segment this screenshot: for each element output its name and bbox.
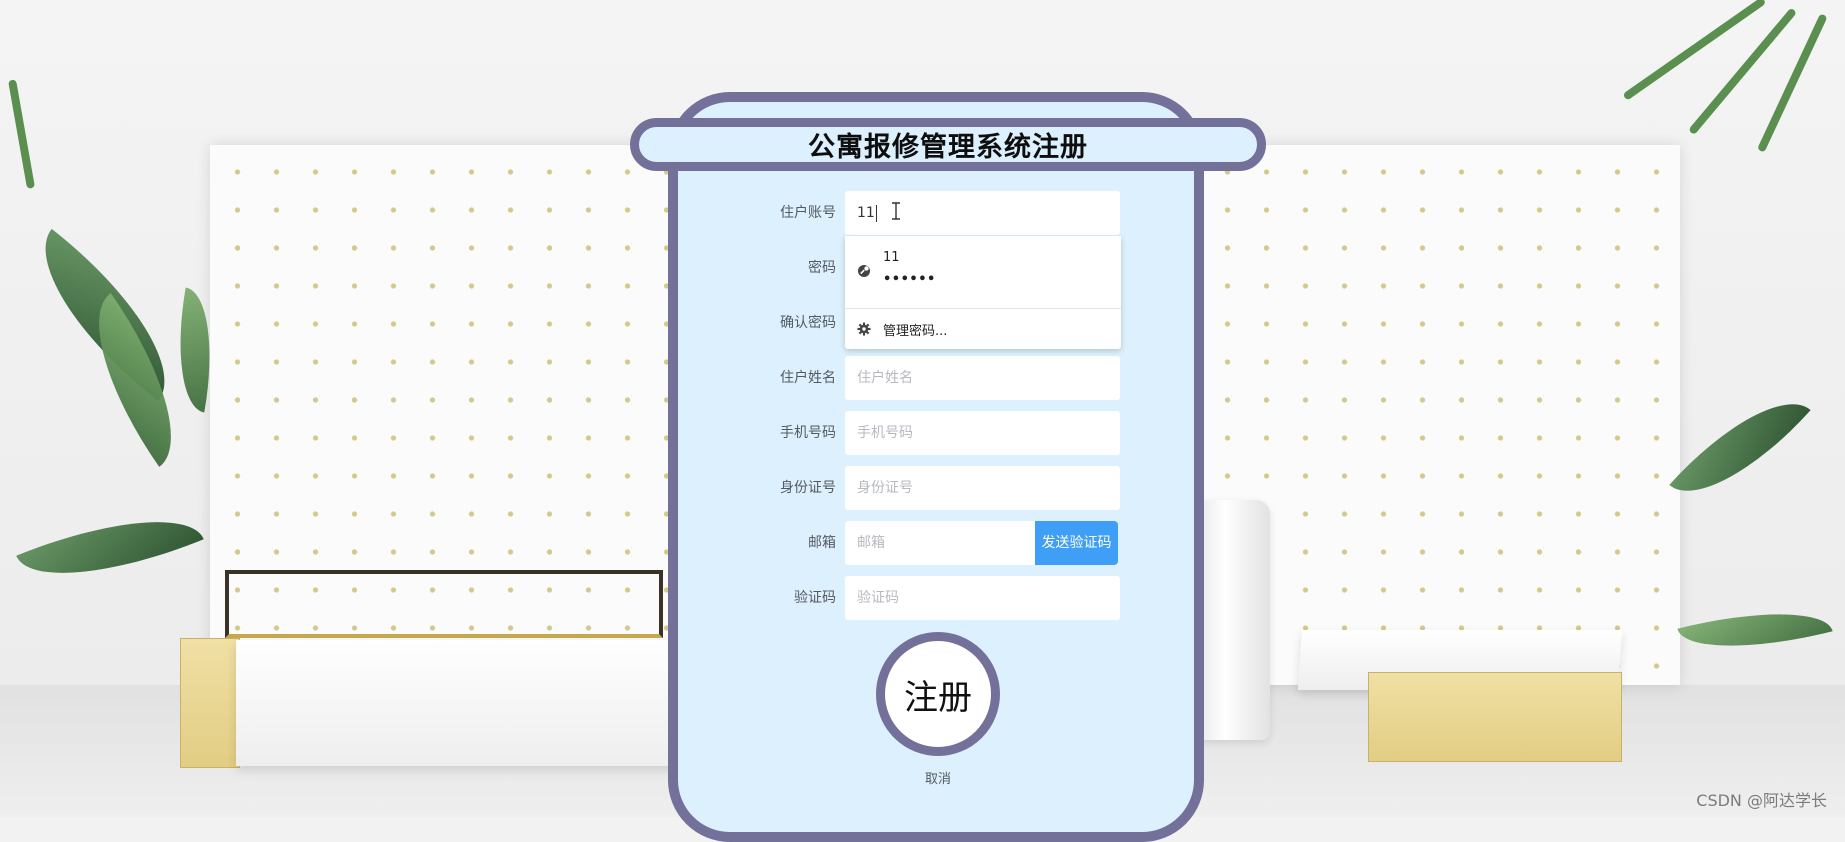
id-number-label: 身份证号 [780, 480, 836, 496]
confirm-password-label: 确认密码 [780, 315, 836, 331]
form-row-account: 住户账号 11 [736, 191, 1120, 235]
account-label: 住户账号 [780, 205, 836, 221]
autofill-saved-credential[interactable]: 11 •••••• [845, 236, 1121, 307]
gold-box-left [180, 638, 240, 768]
text-caret [875, 204, 877, 222]
autofill-username: 11 [883, 250, 900, 265]
password-label: 密码 [808, 260, 836, 276]
email-input[interactable]: 邮箱 [845, 521, 1035, 565]
gear-icon [857, 322, 871, 336]
cancel-link[interactable]: 取消 [900, 768, 976, 787]
watermark-text: CSDN @阿达学长 [1696, 791, 1827, 810]
name-input[interactable]: 住户姓名 [845, 356, 1120, 400]
form-row-email: 邮箱 邮箱 发送验证码 [736, 521, 1120, 565]
autofill-manage-passwords[interactable]: 管理密码... [845, 309, 1121, 349]
cylinder-decor [1195, 500, 1270, 740]
autofill-manage-label: 管理密码... [883, 324, 948, 339]
form-row-name: 住户姓名 住户姓名 [736, 356, 1120, 400]
id-number-input[interactable]: 身份证号 [845, 466, 1120, 510]
register-button[interactable]: 注册 [876, 632, 1000, 756]
gold-box-right [1368, 672, 1622, 762]
phone-input[interactable]: 手机号码 [845, 411, 1120, 455]
verify-code-input[interactable]: 验证码 [845, 576, 1120, 620]
form-row-phone: 手机号码 手机号码 [736, 411, 1120, 455]
white-box-left [236, 640, 696, 766]
name-label: 住户姓名 [780, 370, 836, 386]
autofill-dropdown: 11 •••••• 管理密码... [845, 236, 1121, 349]
autofill-password-mask: •••••• [883, 272, 936, 287]
account-input-value: 11 [857, 205, 875, 221]
account-input[interactable]: 11 [845, 191, 1120, 235]
key-globe-icon [858, 265, 870, 277]
form-row-verify-code: 验证码 验证码 [736, 576, 1120, 620]
ibeam-cursor-icon [892, 202, 900, 220]
glass-frame-decor [225, 570, 663, 638]
send-code-button[interactable]: 发送验证码 [1035, 521, 1118, 565]
email-label: 邮箱 [808, 535, 836, 551]
verify-code-label: 验证码 [794, 590, 836, 606]
pegboard-right [1200, 145, 1680, 685]
phone-label: 手机号码 [780, 425, 836, 441]
page-title: 公寓报修管理系统注册 [808, 132, 1088, 163]
form-row-id-number: 身份证号 身份证号 [736, 466, 1120, 510]
title-bar: 公寓报修管理系统注册 [630, 118, 1266, 171]
